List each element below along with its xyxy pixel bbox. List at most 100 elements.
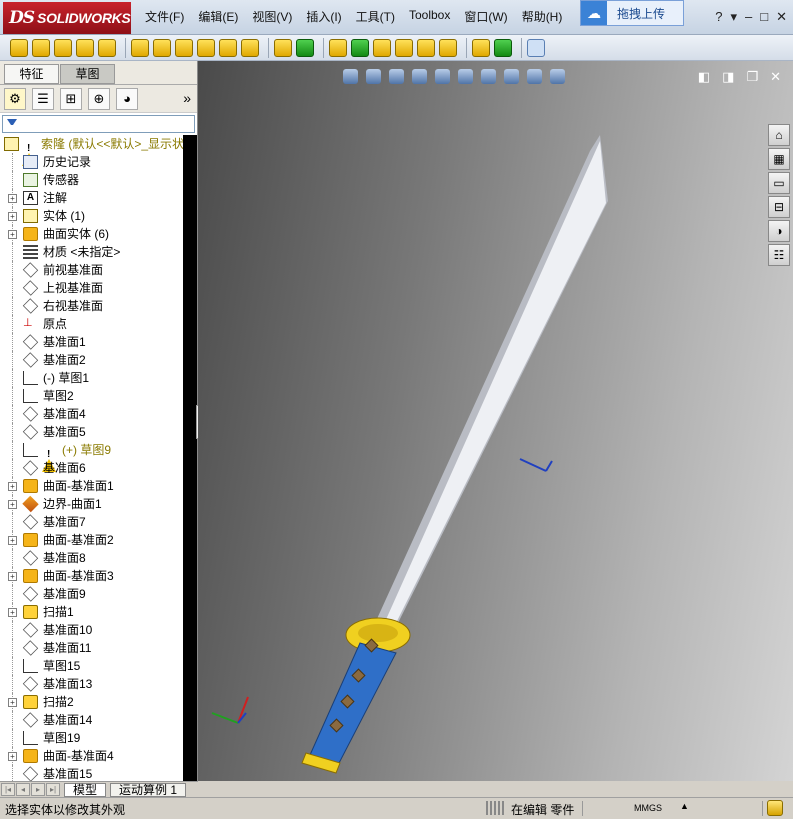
more-tabs-icon[interactable]: » <box>183 90 191 106</box>
tree-item[interactable]: (-) 草图1 <box>0 369 183 387</box>
design-library-icon[interactable]: ▦ <box>768 148 790 170</box>
tree-item[interactable]: 基准面13 <box>0 675 183 693</box>
tree-item[interactable]: ⊥ 原点 <box>0 315 183 333</box>
tree-item[interactable]: 历史记录 <box>0 153 183 171</box>
wrap-icon[interactable] <box>395 38 413 57</box>
tree-item[interactable]: 基准面4 <box>0 405 183 423</box>
file-explorer-icon[interactable]: ▭ <box>768 172 790 194</box>
tree-item[interactable]: 前视基准面 <box>0 261 183 279</box>
tree-item[interactable]: + 曲面-基准面3 <box>0 567 183 585</box>
tree-item[interactable]: 基准面15 <box>0 765 183 781</box>
maximize-button[interactable]: □ <box>760 9 768 25</box>
expand-icon[interactable]: + <box>8 698 17 707</box>
tab-sketch[interactable]: 草图 <box>60 64 115 84</box>
display-manager-icon[interactable]: ◕ <box>116 87 138 110</box>
instant3d-icon[interactable] <box>527 38 545 57</box>
tree-item[interactable]: (+) 草图9 <box>0 441 183 472</box>
unit-system[interactable]: MMGS <box>634 803 662 813</box>
scrollbar-thumb[interactable] <box>185 135 195 781</box>
menu-edit[interactable]: 编辑(E) <box>198 8 238 25</box>
tree-item[interactable]: 草图19 <box>0 729 183 747</box>
help-dropdown-icon[interactable]: ▾ <box>730 9 737 25</box>
menu-tools[interactable]: 工具(T) <box>356 8 395 25</box>
tree-item[interactable]: + 曲面-基准面1 <box>0 477 183 495</box>
lofted-boss-icon[interactable] <box>76 38 94 57</box>
extruded-cut-icon[interactable] <box>131 38 149 57</box>
tree-item[interactable]: 上视基准面 <box>0 279 183 297</box>
katana-model[interactable] <box>198 61 793 781</box>
tree-item[interactable]: 草图2 <box>0 387 183 405</box>
expand-icon[interactable]: + <box>8 752 17 761</box>
tree-item[interactable]: + 扫描1 <box>0 603 183 621</box>
tree-item[interactable]: + A 注解 <box>0 189 183 207</box>
expand-icon[interactable]: + <box>8 572 17 581</box>
menu-insert[interactable]: 插入(I) <box>306 8 341 25</box>
tree-item[interactable]: + 扫描2 <box>0 693 183 711</box>
revolved-boss-icon[interactable] <box>32 38 50 57</box>
tree-item[interactable]: 基准面2 <box>0 351 183 369</box>
home-icon[interactable]: ⌂ <box>768 124 790 146</box>
tree-item[interactable]: + 曲面-基准面2 <box>0 531 183 549</box>
tree-item[interactable]: 基准面7 <box>0 513 183 531</box>
expand-icon[interactable]: + <box>8 230 17 239</box>
tree-filter-input[interactable] <box>2 115 195 133</box>
menu-help[interactable]: 帮助(H) <box>522 8 563 25</box>
tree-item[interactable]: 基准面8 <box>0 549 183 567</box>
tree-item[interactable]: + 曲面-基准面4 <box>0 747 183 765</box>
custom-properties-icon[interactable]: ☷ <box>768 244 790 266</box>
next-tab-button[interactable]: ▸ <box>31 783 45 796</box>
solidworks-logo[interactable]: DS SOLIDWORKS <box>3 2 131 34</box>
tab-model[interactable]: 模型 <box>64 782 107 797</box>
boundary-cut-icon[interactable] <box>241 38 259 57</box>
reference-geometry-icon[interactable] <box>472 38 490 57</box>
minimize-button[interactable]: – <box>745 9 752 25</box>
upload-widget[interactable]: ☁ 拖拽上传 <box>580 0 684 26</box>
tree-scrollbar[interactable] <box>183 135 197 781</box>
swept-boss-icon[interactable] <box>54 38 72 57</box>
mirror-icon[interactable] <box>439 38 457 57</box>
tab-features[interactable]: 特征 <box>4 64 59 84</box>
tree-item[interactable]: 基准面5 <box>0 423 183 441</box>
tree-item[interactable]: 基准面14 <box>0 711 183 729</box>
katana-handle[interactable] <box>309 642 397 766</box>
menu-window[interactable]: 窗口(W) <box>464 8 507 25</box>
tree-item[interactable]: 基准面1 <box>0 333 183 351</box>
linear-pattern-icon[interactable] <box>296 38 314 57</box>
tree-item[interactable]: 基准面6 <box>0 459 183 477</box>
curves-icon[interactable] <box>494 38 512 57</box>
unit-system-arrow[interactable]: ▲ <box>680 801 689 811</box>
help-icon[interactable]: ? <box>715 9 722 25</box>
expand-icon[interactable]: + <box>8 608 17 617</box>
tree-item[interactable]: 基准面9 <box>0 585 183 603</box>
tree-item[interactable]: 右视基准面 <box>0 297 183 315</box>
extruded-boss-icon[interactable] <box>10 38 28 57</box>
tree-item[interactable]: 传感器 <box>0 171 183 189</box>
tags-icon[interactable] <box>767 800 783 816</box>
hole-wizard-icon[interactable] <box>153 38 171 57</box>
expand-icon[interactable]: + <box>8 194 17 203</box>
view-palette-icon[interactable]: ⊟ <box>768 196 790 218</box>
tree-item[interactable]: 材质 <未指定> <box>0 243 183 261</box>
first-tab-button[interactable]: |◂ <box>1 783 15 796</box>
tree-item[interactable]: + 曲面实体 (6) <box>0 225 183 243</box>
tab-motion-study[interactable]: 运动算例 1 <box>110 782 187 797</box>
swept-cut-icon[interactable] <box>197 38 215 57</box>
shell-icon[interactable] <box>373 38 391 57</box>
menu-view[interactable]: 视图(V) <box>252 8 292 25</box>
dimxpert-manager-icon[interactable]: ⊕ <box>88 87 110 110</box>
close-button[interactable]: ✕ <box>776 9 787 25</box>
expand-icon[interactable]: + <box>8 212 17 221</box>
configuration-manager-icon[interactable]: ⊞ <box>60 87 82 110</box>
property-manager-icon[interactable]: ☰ <box>32 87 54 110</box>
expand-icon[interactable]: + <box>8 482 17 491</box>
draft-icon[interactable] <box>351 38 369 57</box>
boundary-boss-icon[interactable] <box>98 38 116 57</box>
menu-file[interactable]: 文件(F) <box>145 8 184 25</box>
appearances-icon[interactable]: ◑ <box>768 220 790 242</box>
feature-manager-icon[interactable]: ⚙ <box>4 87 26 110</box>
tree-item[interactable]: 基准面10 <box>0 621 183 639</box>
prev-tab-button[interactable]: ◂ <box>16 783 30 796</box>
rib-icon[interactable] <box>329 38 347 57</box>
tree-item[interactable]: 基准面11 <box>0 639 183 657</box>
last-tab-button[interactable]: ▸| <box>46 783 60 796</box>
